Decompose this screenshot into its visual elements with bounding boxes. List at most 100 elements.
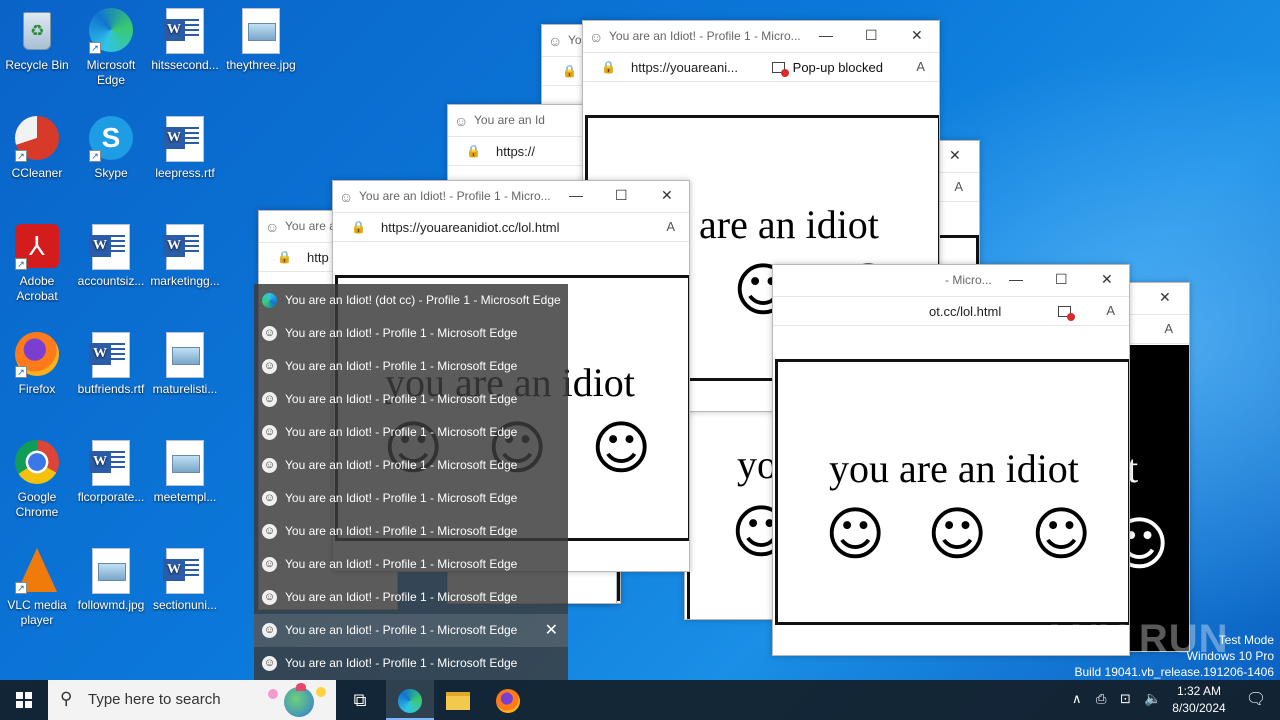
smiley-icon: ☺ [262,392,277,407]
window-list-item[interactable]: ☺ You are an Idiot! - Profile 1 - Microso… [254,548,568,581]
close-icon[interactable]: ✕ [1159,289,1171,306]
smiley-icon: ☺ [262,326,277,341]
close-icon[interactable]: ✕ [545,614,558,647]
desktop-icon-flcorporate[interactable]: W flcorporate... [74,440,148,505]
window-list-item[interactable]: ☺ You are an Idiot! - Profile 1 - Microso… [254,317,568,350]
search-box[interactable]: ⚲ Type here to search [48,680,336,720]
desktop-icon-followmd[interactable]: followmd.jpg [74,548,148,613]
window-list-item[interactable]: ☺ You are an Idiot! - Profile 1 - Microso… [254,614,568,647]
image-file-icon [89,548,133,594]
window-title: You are an Idiot! - Profile 1 - Micro... [609,29,801,43]
maximize-icon[interactable]: ☐ [615,187,628,204]
smiley-icon: ☺ [262,458,277,473]
close-icon[interactable]: ✕ [949,147,961,164]
address-bar[interactable]: 🔒 https://youareani... Pop-up blocked A [583,52,939,82]
acrobat-icon: ⅄ ↗ [15,224,59,270]
desktop-icon-label: Recycle Bin [5,58,69,72]
minimize-icon[interactable]: — [819,27,833,43]
firefox-taskbar-icon[interactable] [484,680,532,720]
desktop-icon-ccleaner[interactable]: ↗ CCleaner [0,116,74,181]
popup-blocked-label: Pop-up blocked [792,60,883,75]
window-list-item[interactable]: ☺ You are an Idiot! - Profile 1 - Microso… [254,350,568,383]
close-icon[interactable]: ✕ [661,187,673,204]
url-text[interactable]: ot.cc/lol.html [929,304,1001,319]
desktop-icon-acrobat[interactable]: ⅄ ↗ Adobe Acrobat [0,224,74,304]
site-favicon-icon: ☺ [454,113,469,129]
desktop-icon-hitssecond[interactable]: W hitssecond... [148,8,222,73]
clock-date: 8/30/2024 [1172,701,1226,715]
read-aloud-icon[interactable]: A [666,219,675,234]
task-view-icon[interactable]: ⧉ [336,680,384,720]
network-icon[interactable]: ⊡ [1120,691,1131,707]
clock[interactable]: 1:32 AM 8/30/2024 [1164,683,1234,717]
usb-icon[interactable]: ⎙ [1096,691,1106,707]
image-file-icon [163,440,207,486]
chevron-up-icon[interactable]: ∧ [1072,691,1082,707]
read-aloud-icon[interactable]: A [1164,321,1173,336]
taskbar: ⚲ Type here to search ⧉ ∧ ⎙ ⊡ 🔈 1:32 AM … [0,680,1280,720]
close-icon[interactable]: ✕ [911,27,923,44]
popup-blocked-indicator[interactable]: Pop-up blocked [771,60,883,77]
desktop-icon-leepress[interactable]: W leepress.rtf [148,116,222,181]
word-doc-icon: W [89,332,133,378]
desktop-icon-meetempl[interactable]: meetempl... [148,440,222,505]
address-bar[interactable]: ot.cc/lol.html A [773,296,1129,326]
notifications-icon[interactable]: 🗨 [1232,680,1280,720]
smiley-icon: ☺ [262,623,277,638]
image-file-icon [239,8,283,54]
maximize-icon[interactable]: ☐ [865,27,878,44]
desktop-icon-label: Adobe Acrobat [16,274,58,303]
desktop-icon-label: Microsoft Edge [86,58,136,87]
url-text[interactable]: https:// [496,144,535,159]
desktop-icon-vlc[interactable]: ↗ VLC media player [0,548,74,628]
titlebar[interactable]: ☺ You are an Idiot! - Profile 1 - Micro.… [333,181,689,212]
desktop-icon-chrome[interactable]: Google Chrome [0,440,74,520]
titlebar[interactable]: ☺ You are an Idiot! - Profile 1 - Micro.… [583,21,939,52]
recycle-bin-icon: ♻ [15,8,59,54]
maximize-icon[interactable]: ☐ [1055,271,1068,288]
desktop-icon-theythree[interactable]: theythree.jpg [224,8,298,73]
system-watermark: Test Mode Windows 10 Pro Build 19041.vb_… [1075,632,1275,680]
idiot-text: yo [737,442,777,487]
read-aloud-icon[interactable]: A [916,59,925,74]
window-list-item[interactable]: ☺ You are an Idiot! - Profile 1 - Microso… [254,581,568,614]
read-aloud-icon[interactable]: A [1106,303,1115,318]
browser-window[interactable]: - Micro... — ☐ ✕ ot.cc/lol.html A you ar… [772,264,1130,656]
volume-icon[interactable]: 🔈 [1144,690,1161,707]
url-text[interactable]: https://youareanidiot.cc/lol.html [381,220,559,235]
window-list-item[interactable]: ☺ You are an Idiot! - Profile 1 - Microso… [254,647,568,680]
skype-icon: S ↗ [89,116,133,162]
titlebar[interactable]: - Micro... — ☐ ✕ [773,265,1129,296]
desktop-icon-sectionuni[interactable]: W sectionuni... [148,548,222,613]
file-explorer-icon[interactable] [434,680,482,720]
close-icon[interactable]: ✕ [1101,271,1113,288]
url-text[interactable]: http [307,250,329,265]
start-button[interactable] [0,680,48,720]
window-list-item[interactable]: ☺ You are an Idiot! - Profile 1 - Microso… [254,383,568,416]
address-bar[interactable]: 🔒 https://youareanidiot.cc/lol.html A [333,212,689,242]
url-text[interactable]: https://youareani... [631,60,738,75]
minimize-icon[interactable]: — [1009,271,1023,287]
window-list-item[interactable]: ☺ You are an Idiot! - Profile 1 - Microso… [254,449,568,482]
popup-blocked-indicator[interactable] [1058,304,1079,321]
window-list-item[interactable]: ☺ You are an Idiot! - Profile 1 - Microso… [254,416,568,449]
desktop-icon-butfriends[interactable]: W butfriends.rtf [74,332,148,397]
desktop-icon-accountsiz[interactable]: W accountsiz... [74,224,148,289]
minimize-icon[interactable]: — [569,187,583,203]
desktop-icon-edge[interactable]: ↗ Microsoft Edge [74,8,148,88]
desktop-icon-label: hitssecond... [151,58,219,72]
window-list-item[interactable]: ☺ You are an Idiot! - Profile 1 - Microso… [254,482,568,515]
clock-time: 1:32 AM [1176,684,1222,698]
search-icon: ⚲ [60,689,73,708]
desktop-icon-firefox[interactable]: ↗ Firefox [0,332,74,397]
read-aloud-icon[interactable]: A [954,179,963,194]
lock-icon: 🔒 [277,250,292,264]
edge-taskbar-icon[interactable] [386,680,434,720]
desktop-icon-maturelisti[interactable]: maturelisti... [148,332,222,397]
desktop-icon-recycle-bin[interactable]: ♻ Recycle Bin [0,8,74,73]
desktop-icon-skype[interactable]: S ↗ Skype [74,116,148,181]
window-list-item[interactable]: You are an Idiot! (dot cc) - Profile 1 -… [254,284,568,317]
desktop-icon-marketingg[interactable]: W marketingg... [148,224,222,289]
window-list-item[interactable]: ☺ You are an Idiot! - Profile 1 - Microso… [254,515,568,548]
smiley-face: ☺ [1031,500,1092,568]
